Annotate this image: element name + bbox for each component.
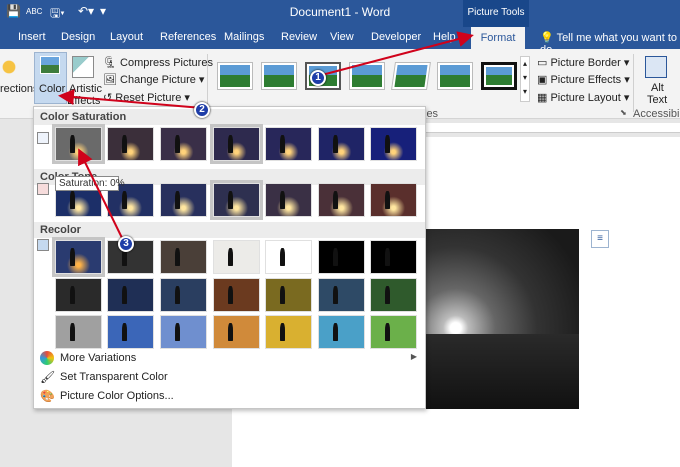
arrow-3 [78,148,125,243]
arrow-1 [317,31,474,77]
callout-1: 1 [310,70,326,86]
arrow-2 [58,89,203,109]
callout-3: 3 [118,236,134,252]
annotation-arrows [58,31,474,243]
callout-2: 2 [194,102,210,118]
